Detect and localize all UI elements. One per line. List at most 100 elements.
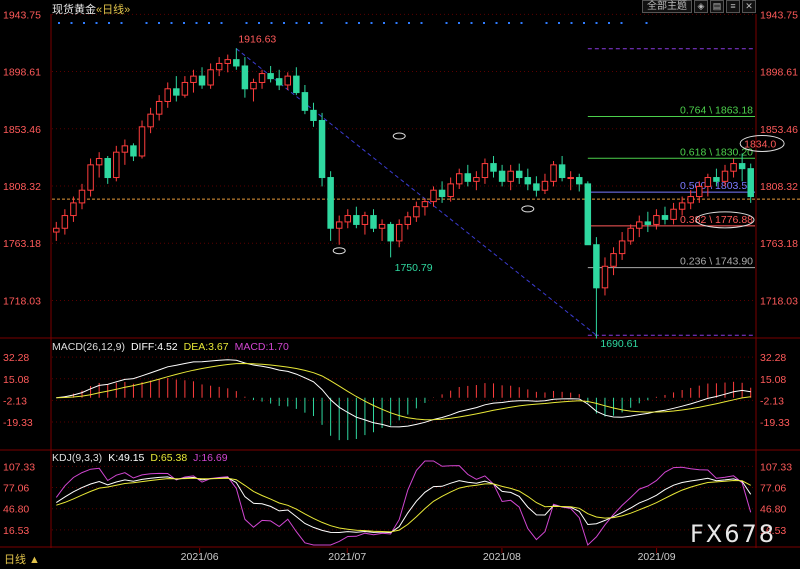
candle-body [455,173,463,185]
event-marker-dot [445,22,448,24]
event-marker-dot [570,22,573,24]
candle-body [464,173,472,182]
event-marker-dot [358,22,360,24]
event-marker-dot [108,22,110,24]
candle-body [653,215,660,225]
price-tick-right: 1853.46 [760,124,798,136]
event-marker-dot [645,22,648,24]
menu-icon[interactable]: ≡ [726,0,740,13]
kdj-title: KDJ(9,3,3) [52,452,103,464]
kdj-tick-left: 77.06 [3,483,29,495]
price-tick-left: 1853.46 [3,124,41,136]
candle-body [121,145,129,153]
candle-body [524,177,532,185]
candle-body [618,240,626,255]
event-marker-dot [620,22,623,24]
price-extreme-label: 1834.0 [744,138,776,150]
candle-body [687,196,694,204]
candle-body [344,215,352,223]
candle-body [361,215,369,225]
period-tab[interactable]: 日线 ▲ [4,551,40,567]
kdj-tick-right: 107.33 [760,461,792,473]
candle-body [413,206,420,218]
event-marker-dot [195,22,198,24]
candle-body [713,177,720,182]
candle-body [550,164,557,182]
event-marker-dot [483,22,485,24]
pattern-marker-ellipse [521,205,535,213]
candle-body [404,216,412,225]
candle-body [155,100,163,115]
kdj-j-label: J:16.69 [193,452,228,464]
x-tick-label: 2021/07 [328,551,366,563]
candle-body [353,215,360,225]
price-tick-right: 1898.61 [760,67,798,79]
candle-body [53,227,60,233]
event-marker-dot [220,22,223,24]
candle-body [730,163,737,172]
candle-body [678,202,686,210]
chart-title: 现货黄金«日线» [52,1,130,17]
kdj-k-label: K:49.15 [108,452,145,464]
kdj-j-line [55,460,752,546]
candle-body [636,221,643,229]
macd-dea-label: DEA:3.67 [183,341,229,353]
layers-icon[interactable]: ▤ [710,0,724,13]
period-label[interactable]: «日线» [96,4,130,16]
event-marker-dot [270,22,273,24]
x-tick-label: 2021/06 [181,551,219,563]
candle-body [576,177,583,185]
event-marker-dot [95,22,98,24]
macd-tick-left: 15.08 [3,374,29,386]
candle-body [430,189,437,203]
candle-body [721,170,729,182]
event-marker-dot [283,22,285,24]
candle-body [601,265,609,289]
theme-menu-button[interactable]: 全部主题 [642,0,692,13]
event-marker-dot [258,22,260,24]
event-marker-dot [520,22,523,24]
macd-tick-right: 32.28 [760,352,786,364]
macd-dea-line [56,362,751,421]
pattern-marker-ellipse [332,247,346,255]
candle-body [190,75,197,83]
watermark-logo: FX678 [690,520,777,548]
macd-tick-right: -19.33 [760,417,790,429]
trend-line [236,48,597,336]
candle-body [241,65,249,90]
candle-body [164,88,171,102]
chart-stage[interactable]: 1943.75 1943.75 1898.61 1898.61 1853.46 1853.… [0,0,800,564]
price-tick-left: 1808.32 [3,181,41,193]
price-tick-left: 1763.18 [3,238,41,250]
event-marker-dot [295,22,298,24]
kdj-tick-left: 16.53 [3,525,29,537]
price-tick-left: 1718.03 [3,295,41,307]
candle-body [70,202,77,217]
candle-body [267,73,274,80]
adjust-icon[interactable]: ◈ [694,0,708,13]
candle-body [258,73,266,83]
candle-body [507,170,514,182]
close-icon[interactable]: ✕ [742,0,756,13]
event-marker-dot [395,22,398,24]
toolbar: 全部主题 ◈ ▤ ≡ ✕ [642,0,756,13]
candle-body [130,145,137,157]
event-marker-dot [558,22,560,24]
event-marker-dot [470,22,473,24]
macd-tick-right: 15.08 [760,374,786,386]
candle-body [301,92,309,111]
candle-body [584,183,592,246]
event-marker-dot [320,22,323,24]
candle-body [284,75,292,86]
candle-body [473,177,480,182]
candle-body [224,59,231,64]
event-marker-dot [158,22,160,24]
macd-tick-left: 32.28 [3,352,29,364]
kdj-tick-right: 77.06 [760,483,786,495]
candle-body [233,59,240,67]
chart-canvas[interactable]: 1943.75 1943.751898.61 1898.611853.46 1853.… [0,0,800,564]
event-marker-dot [120,22,123,24]
x-tick-label: 2021/08 [483,551,521,563]
candle-body [670,208,677,220]
macd-value-label: MACD:1.70 [234,341,289,353]
